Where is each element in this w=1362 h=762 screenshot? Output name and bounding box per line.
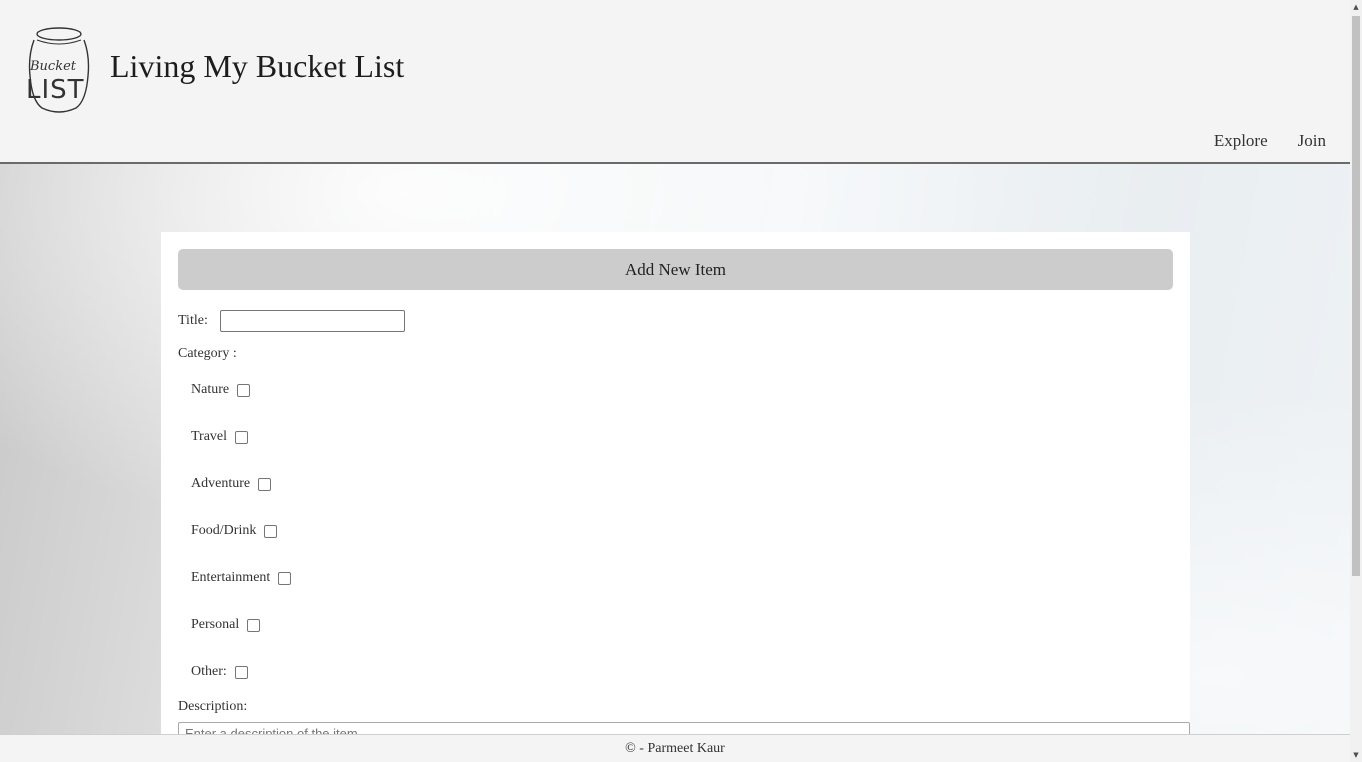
category-other: Other: [191, 664, 248, 680]
personal-checkbox[interactable] [247, 618, 261, 632]
bucket-list-logo[interactable]: Bucket LIST [22, 26, 96, 116]
app-root: Bucket LIST Living My Bucket List Explor… [0, 0, 1362, 762]
entertainment-checkbox[interactable] [278, 571, 292, 585]
svg-text:LIST: LIST [26, 75, 85, 105]
category-travel: Travel [191, 429, 249, 445]
category-label-personal: Personal [191, 617, 240, 632]
nav-explore-link[interactable]: Explore [1214, 131, 1268, 151]
nature-checkbox[interactable] [237, 383, 251, 397]
food-drink-checkbox[interactable] [264, 524, 278, 538]
category-label-travel: Travel [191, 429, 228, 444]
form-heading: Add New Item [178, 249, 1173, 290]
category-label-other: Other: [191, 664, 227, 679]
adventure-checkbox[interactable] [258, 477, 272, 491]
svg-text:Bucket: Bucket [29, 59, 77, 74]
nav-join-link[interactable]: Join [1298, 131, 1326, 151]
travel-checkbox[interactable] [235, 430, 249, 444]
category-label-adventure: Adventure [191, 476, 251, 491]
category-personal: Personal [191, 617, 261, 633]
vertical-scrollbar[interactable]: ▲ ▼ [1350, 0, 1362, 762]
copyright-text: © - Parmeet Kaur [625, 740, 725, 756]
description-label: Description: [178, 699, 248, 714]
add-item-form: Add New Item Title: Category : Nature Tr… [161, 232, 1190, 762]
scrollbar-thumb[interactable] [1352, 16, 1360, 576]
scroll-up-arrow-icon[interactable]: ▲ [1350, 0, 1362, 14]
bucket-logo-icon: Bucket LIST [26, 27, 90, 113]
site-title: Living My Bucket List [110, 48, 405, 84]
category-entertainment: Entertainment [191, 570, 292, 586]
category-nature: Nature [191, 382, 251, 398]
site-header: Bucket LIST Living My Bucket List Explor… [0, 0, 1350, 164]
scroll-down-arrow-icon[interactable]: ▼ [1350, 748, 1362, 762]
title-label: Title: [178, 313, 208, 328]
category-label: Category : [178, 346, 237, 361]
category-label-nature: Nature [191, 382, 230, 397]
category-label-entertainment: Entertainment [191, 570, 271, 585]
main-nav: Explore Join [1214, 131, 1326, 151]
category-label-food-drink: Food/Drink [191, 523, 257, 538]
other-checkbox[interactable] [234, 665, 248, 679]
category-food-drink: Food/Drink [191, 523, 278, 539]
category-adventure: Adventure [191, 476, 272, 492]
site-footer: © - Parmeet Kaur [0, 734, 1350, 762]
title-input[interactable] [220, 310, 405, 332]
